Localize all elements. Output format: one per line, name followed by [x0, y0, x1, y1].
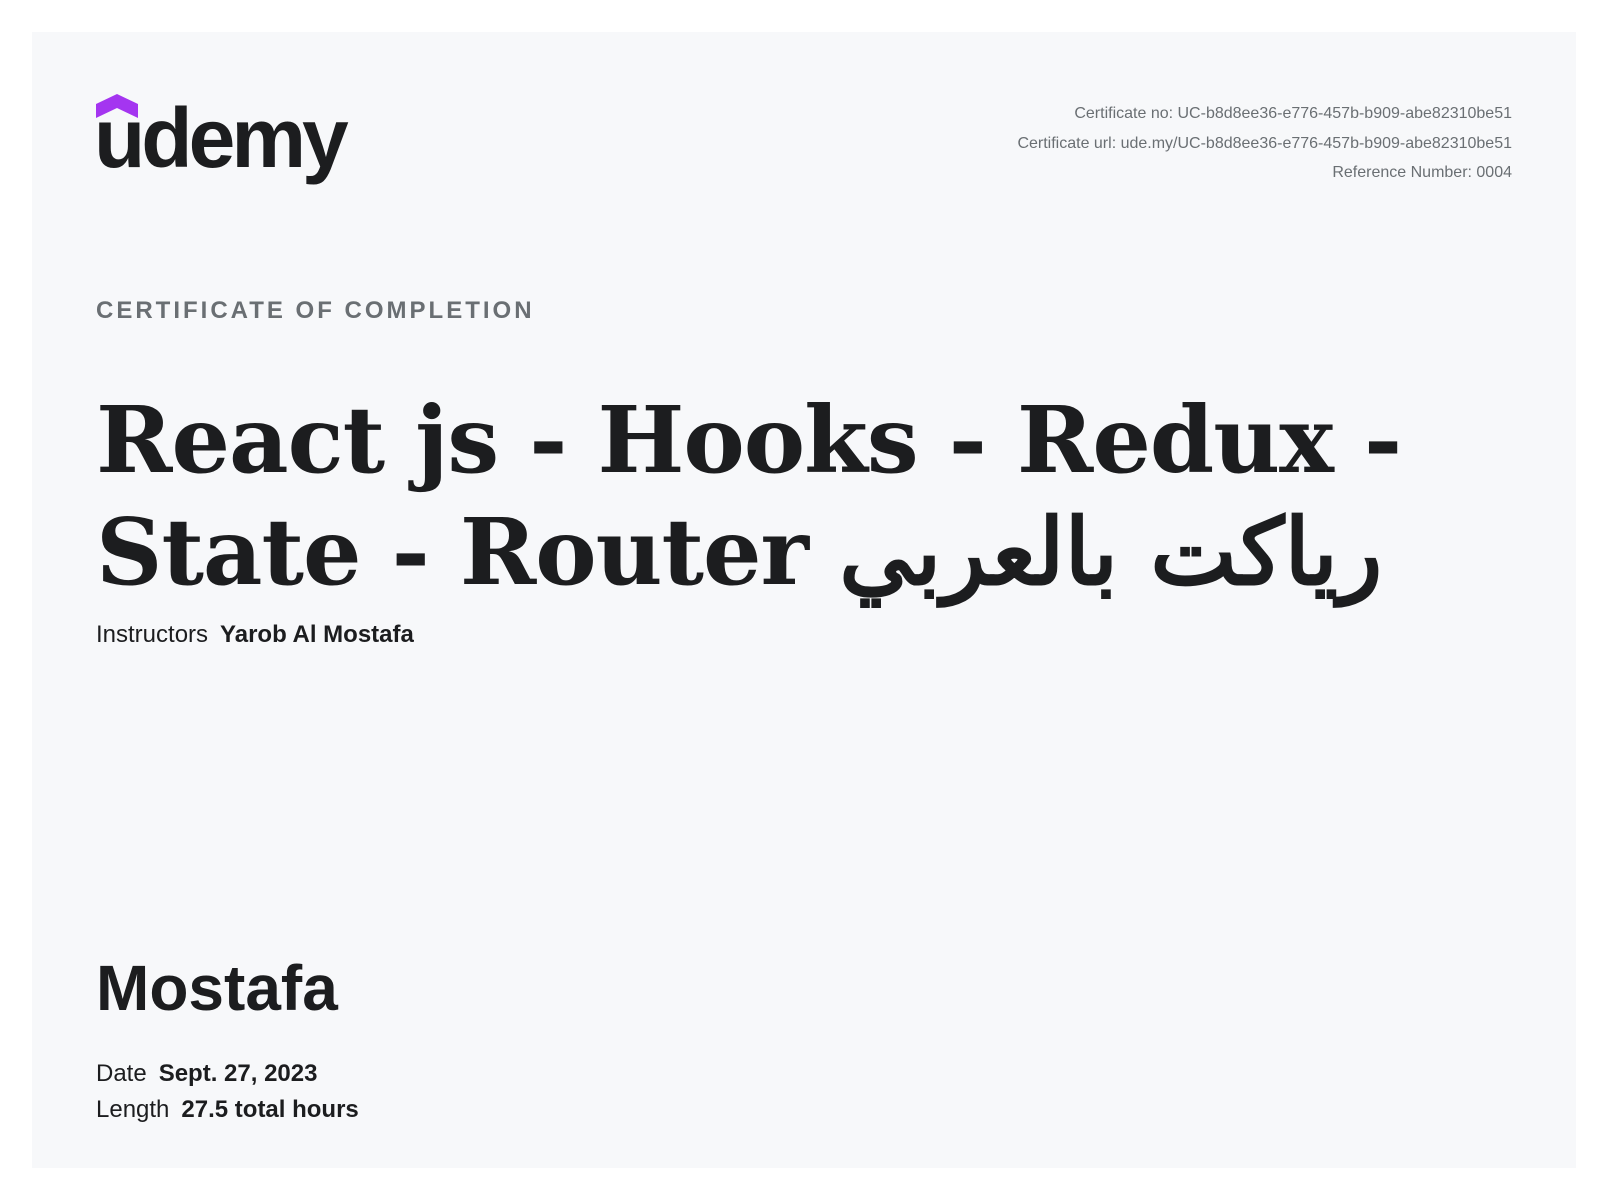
instructors-label: Instructors: [96, 621, 209, 648]
instructors-row: Instructors Yarob Al Mostafa: [96, 623, 414, 647]
udemy-logo: udemy: [94, 91, 366, 194]
certificate-meta: Certificate no: UC-b8d8ee36-e776-457b-b9…: [1017, 99, 1512, 188]
length-value: 27.5 total hours: [181, 1096, 359, 1123]
certificate-heading: CERTIFICATE OF COMPLETION: [96, 297, 535, 324]
date-label: Date: [96, 1060, 147, 1087]
date-row: Date Sept. 27, 2023: [96, 1062, 317, 1086]
instructor-name: Yarob Al Mostafa: [220, 621, 414, 648]
certificate-number: Certificate no: UC-b8d8ee36-e776-457b-b9…: [1074, 105, 1512, 122]
recipient-name: Mostafa: [96, 952, 338, 1024]
certificate-url: Certificate url: ude.my/UC-b8d8ee36-e776…: [1017, 134, 1512, 152]
reference-number: Reference Number: 0004: [1332, 164, 1512, 181]
length-label: Length: [96, 1096, 170, 1123]
course-title: React js - Hooks - Redux - State - Route…: [96, 386, 1402, 606]
certificate-card: udemy Certificate no: UC-b8d8ee36-e776-4…: [32, 32, 1576, 1168]
date-value: Sept. 27, 2023: [158, 1060, 318, 1087]
length-row: Length 27.5 total hours: [96, 1098, 359, 1122]
logo-wordmark: udemy: [94, 91, 349, 185]
